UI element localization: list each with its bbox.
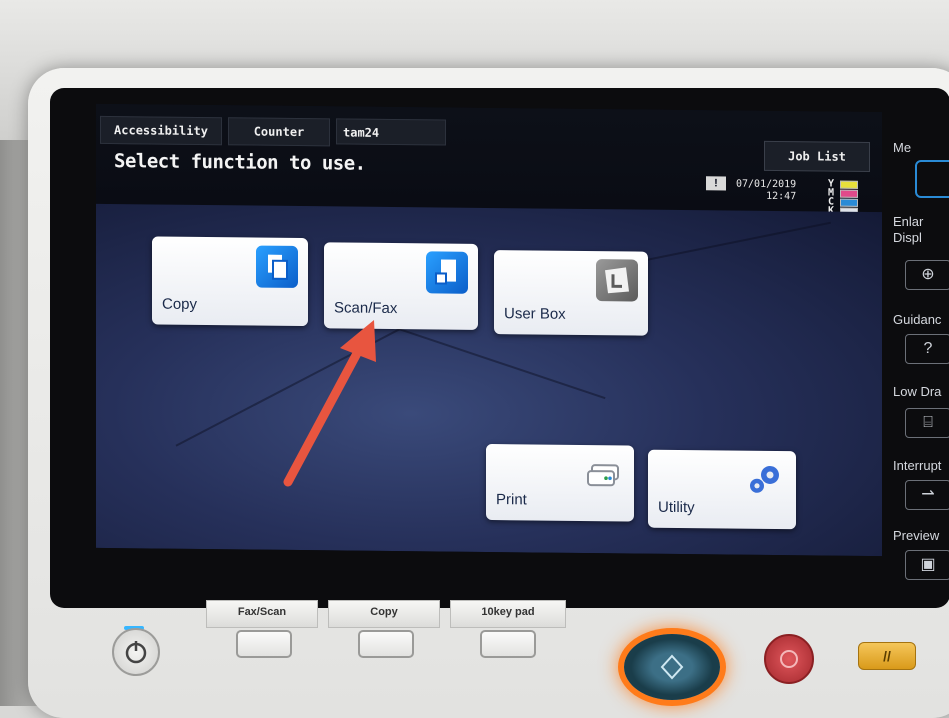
- print-button[interactable]: Print: [486, 443, 634, 522]
- toner-y: Y: [828, 179, 868, 190]
- user-name-field: tam24: [336, 118, 446, 146]
- tenkey-key-label: 10key pad: [450, 600, 566, 628]
- user-box-label: User Box: [504, 305, 566, 323]
- toner-c: C: [828, 197, 868, 208]
- interrupt-label: Interrupt: [893, 458, 942, 473]
- fax-scan-key[interactable]: [236, 630, 292, 658]
- low-power-label: Low Dra: [893, 384, 942, 399]
- enlarge-display-button[interactable]: ⊕: [905, 260, 949, 290]
- toner-y-bar: [840, 180, 858, 189]
- tab-counter[interactable]: Counter: [228, 117, 330, 147]
- utility-label: Utility: [658, 498, 695, 517]
- job-list-button[interactable]: Job List: [764, 140, 870, 172]
- date-time: 07/01/2019 12:47: [736, 179, 796, 204]
- toner-levels: Y M C K: [828, 179, 868, 217]
- copy-key-label: Copy: [328, 600, 440, 628]
- side-panel: Me Enlar Displ ⊕ Guidanc ? Low Dra ⌸ Int…: [885, 130, 949, 600]
- home-icon[interactable]: [915, 160, 949, 198]
- copy-label: Copy: [162, 295, 198, 313]
- start-icon: [660, 654, 684, 680]
- menu-label-cut: Me: [893, 140, 912, 155]
- print-icon: [582, 453, 624, 495]
- function-area: Copy Scan/Fax User Box Print Utility: [96, 203, 882, 557]
- date-label: 07/01/2019: [736, 178, 797, 191]
- guidance-button[interactable]: ?: [905, 334, 949, 364]
- power-button[interactable]: [112, 628, 160, 676]
- low-power-button[interactable]: ⌸: [905, 408, 949, 438]
- page-title: Select function to use.: [114, 150, 366, 175]
- guidance-label: Guidanc: [893, 312, 942, 327]
- interrupt-button[interactable]: ⇀: [905, 480, 949, 510]
- toner-m: M: [828, 188, 868, 199]
- time-label: 12:47: [766, 190, 797, 203]
- preview-button[interactable]: ▣: [905, 550, 949, 580]
- print-label: Print: [496, 491, 527, 509]
- gears-icon: [744, 459, 786, 501]
- toner-m-bar: [840, 189, 858, 198]
- copy-key[interactable]: [358, 630, 414, 658]
- tab-accessibility[interactable]: Accessibility: [100, 115, 222, 146]
- touch-screen: Accessibility Counter tam24 Select funct…: [96, 103, 882, 557]
- tenkey-key[interactable]: [480, 630, 536, 658]
- copy-icon: [256, 245, 298, 288]
- warning-icon[interactable]: !: [706, 176, 726, 191]
- toner-c-bar: [840, 198, 858, 207]
- utility-button[interactable]: Utility: [648, 449, 796, 530]
- scan-fax-icon: [426, 251, 468, 294]
- preview-label: Preview: [893, 528, 940, 543]
- enlarge-label-2: Displ: [893, 230, 922, 245]
- power-icon: [125, 641, 147, 664]
- stop-icon: [780, 650, 798, 668]
- user-box-button[interactable]: User Box: [494, 250, 648, 336]
- status-bar: Accessibility Counter tam24 Select funct…: [96, 103, 882, 217]
- stop-button[interactable]: [764, 634, 814, 684]
- annotation-arrow: [283, 320, 376, 487]
- fax-scan-key-label: Fax/Scan: [206, 600, 318, 628]
- enlarge-label-1: Enlar: [893, 214, 924, 229]
- user-box-icon: [596, 259, 638, 302]
- start-button[interactable]: [624, 634, 720, 700]
- reset-button[interactable]: //: [858, 642, 916, 670]
- background-texture: [395, 327, 606, 400]
